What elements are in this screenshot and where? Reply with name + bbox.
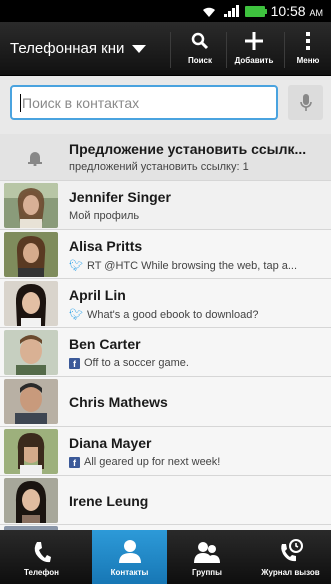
facebook-icon: f	[69, 456, 80, 468]
tab-groups-label: Группы	[192, 568, 222, 577]
avatar	[4, 232, 58, 277]
facebook-icon: f	[69, 357, 80, 369]
tab-phone-label: Телефон	[24, 568, 59, 577]
contact-name: Diana Mayer	[69, 435, 152, 451]
phonebook-title: Телефонная кни	[10, 40, 125, 57]
contact-row[interactable]: Chris Mathews	[0, 377, 331, 427]
add-button-label: Добавить	[234, 56, 274, 65]
battery-icon	[244, 5, 267, 17]
contact-row[interactable]: Diana Mayer f All geared up for next week…	[0, 427, 331, 476]
contact-row[interactable]: April Lin 🐦︎ What's a good ebook to downl…	[0, 279, 331, 328]
tab-call-history[interactable]: Журнал вызов	[250, 530, 331, 584]
contact-status: 🐦︎ What's a good ebook to download?	[69, 308, 259, 322]
contact-name: April Lin	[69, 287, 126, 303]
contact-status: f Off to a soccer game.	[69, 357, 189, 369]
tab-contacts-label: Контакты	[110, 568, 149, 577]
bottom-tab-bar: Телефон Контакты Группы Журнал вызов	[0, 530, 331, 584]
phone-icon	[0, 530, 83, 564]
search-button-label: Поиск	[187, 56, 212, 65]
contact-status: 🐦︎ RT @HTC While browsing the web, tap a.…	[69, 259, 298, 273]
avatar	[4, 379, 58, 424]
contact-row[interactable]: Irene Leung	[0, 476, 331, 525]
bell-icon	[28, 152, 42, 166]
menu-button[interactable]: Меню	[288, 28, 328, 72]
status-bar: 10:58 AM	[0, 0, 331, 22]
overflow-menu-icon	[288, 28, 328, 54]
tab-phone[interactable]: Телефон	[0, 530, 83, 584]
contact-name: Irene Leung	[69, 493, 149, 509]
avatar	[4, 183, 58, 228]
search-row: Поиск в контактах	[0, 76, 331, 134]
contact-name: Ben Carter	[69, 336, 141, 352]
contact-name: Jennifer Singer	[69, 189, 171, 205]
search-input[interactable]: Поиск в контактах	[10, 85, 278, 120]
contact-row[interactable]: Jennifer Singer Мой профиль	[0, 181, 331, 230]
microphone-icon	[299, 93, 312, 111]
search-icon	[178, 28, 222, 54]
tab-contacts[interactable]: Контакты	[92, 530, 167, 584]
signal-icon	[223, 5, 239, 17]
search-placeholder: Поиск в контактах	[22, 94, 140, 111]
twitter-icon: 🐦︎	[69, 309, 83, 321]
clock: 10:58 AM	[270, 3, 323, 19]
notice-title: Предложение установить ссылк...	[69, 141, 307, 157]
contact-list: Предложение установить ссылк... предложе…	[0, 134, 331, 530]
contact-name: Alisa Pritts	[69, 238, 143, 254]
contact-row[interactable]: Alisa Pritts 🐦︎ RT @HTC While browsing th…	[0, 230, 331, 279]
person-icon	[92, 530, 167, 564]
twitter-icon: 🐦︎	[69, 260, 83, 272]
call-history-icon	[250, 530, 331, 564]
avatar	[4, 478, 58, 523]
contact-row[interactable]: Ben Carter f Off to a soccer game.	[0, 328, 331, 377]
contact-status: f All geared up for next week!	[69, 456, 220, 468]
avatar	[4, 281, 58, 326]
add-contact-button[interactable]: Добавить	[228, 28, 280, 72]
group-icon	[167, 530, 247, 564]
wifi-icon	[200, 4, 218, 18]
search-button[interactable]: Поиск	[178, 28, 222, 72]
menu-button-label: Меню	[296, 56, 320, 65]
plus-icon	[228, 28, 280, 54]
action-bar: Телефонная кни Поиск Добавить Меню	[0, 22, 331, 76]
tab-groups[interactable]: Группы	[167, 530, 247, 584]
contact-name: Chris Mathews	[69, 394, 168, 410]
voice-search-button[interactable]	[288, 85, 323, 120]
chevron-down-icon	[132, 44, 147, 53]
avatar	[4, 330, 58, 375]
link-suggestion-notice[interactable]: Предложение установить ссылк... предложе…	[0, 134, 331, 181]
avatar	[4, 429, 58, 474]
phonebook-dropdown[interactable]: Телефонная кни	[10, 40, 147, 57]
tab-call-history-label: Журнал вызов	[261, 568, 320, 577]
notice-subtitle: предложений установить ссылку: 1	[69, 161, 249, 173]
contact-status: Мой профиль	[69, 210, 140, 222]
